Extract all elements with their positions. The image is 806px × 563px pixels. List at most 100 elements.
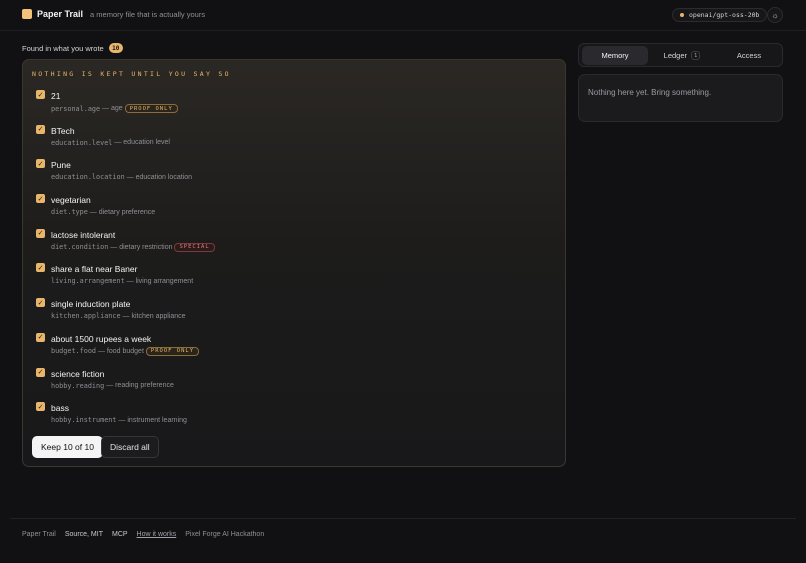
memory-item-meta: diet.condition — dietary restriction SPEC…	[51, 242, 215, 252]
memory-item-value: bass	[51, 403, 69, 414]
checkbox-checked-icon[interactable]: ✓	[36, 194, 45, 204]
checkbox-checked-icon[interactable]: ✓	[36, 332, 45, 342]
footer-brand: Paper Trail	[22, 531, 56, 538]
separator: —	[104, 382, 116, 389]
memory-item-description: instrument learning	[127, 416, 187, 424]
mcp-link[interactable]: MCP	[112, 531, 128, 538]
checkbox-checked-icon[interactable]: ✓	[36, 228, 45, 238]
separator: —	[124, 173, 136, 181]
memory-item-list: ✓ 21 personal.age — age PROOF ONLY ✓ BTech edu…	[36, 90, 556, 437]
memory-item-value: vegetarian	[51, 195, 91, 206]
tab-ledger[interactable]: Ledger 1	[649, 46, 715, 65]
app-tagline: a memory file that is actually yours	[90, 9, 206, 19]
checkbox-checked-icon[interactable]: ✓	[36, 367, 45, 377]
discard-all-button[interactable]: Discard all	[101, 436, 159, 458]
separator: —	[116, 416, 128, 424]
tab-label: Access	[736, 51, 762, 60]
memory-item-description: dietary restriction	[119, 243, 173, 251]
memory-item: ✓ Pune education.location — education loca…	[36, 159, 556, 194]
checkbox-checked-icon[interactable]: ✓	[36, 90, 45, 99]
panel-kicker: NOTHING IS KEPT UNTIL YOU SAY SO	[32, 70, 231, 78]
tab-memory[interactable]: Memory	[582, 46, 648, 65]
separator: —	[120, 312, 132, 320]
memory-item-key: personal.age	[51, 104, 101, 113]
memory-item-value: share a flat near Baner	[51, 264, 138, 275]
memory-item-meta: hobby.reading — reading preference	[51, 382, 174, 390]
memory-item: ✓ vegetarian diet.type — dietary preferenc…	[36, 194, 556, 229]
memory-item-value: about 1500 rupees a week	[51, 333, 152, 344]
memory-item: ✓ share a flat near Baner living.arrangeme…	[36, 263, 556, 298]
memory-item: ✓ single induction plate kitchen.appliance…	[36, 298, 556, 333]
theme-toggle-button[interactable]: ☼	[767, 7, 783, 23]
memory-item-value: 21	[51, 91, 61, 101]
side-tabs: Memory Ledger 1 Access	[578, 43, 783, 67]
memory-item-meta: living.arrangement — living arrangement	[51, 277, 193, 285]
memory-item-description: education level	[123, 139, 170, 147]
memory-item-value: lactose intolerant	[51, 229, 116, 240]
memory-item-meta: education.level — education level	[51, 139, 170, 147]
checkbox-checked-icon[interactable]: ✓	[36, 298, 45, 308]
tab-count-badge: 1	[691, 51, 701, 60]
brand[interactable]: Paper Trail a memory file that is actual…	[22, 9, 205, 19]
tab-access[interactable]: Access	[716, 46, 782, 65]
memory-item-description: living arrangement	[135, 277, 194, 285]
memory-item-value: Pune	[51, 160, 71, 171]
keep-button[interactable]: Keep 10 of 10	[32, 436, 103, 458]
found-count-badge: 10	[108, 43, 123, 53]
memory-item-key: hobby.instrument	[51, 416, 117, 425]
tab-label: Ledger	[663, 51, 688, 60]
memory-item-description: education location	[135, 173, 192, 181]
source-link[interactable]: Source, MIT	[65, 531, 103, 538]
separator: —	[112, 139, 124, 147]
found-label: Found in what you wrote	[22, 43, 104, 53]
separator: —	[96, 347, 107, 355]
checkbox-checked-icon[interactable]: ✓	[36, 124, 45, 134]
paper-logo-icon	[22, 9, 32, 19]
memory-item-meta: personal.age — age PROOF ONLY	[51, 104, 178, 113]
tab-label: Memory	[601, 51, 629, 60]
model-name: openai/gpt-oss-20b	[689, 11, 760, 19]
memory-item: ✓ 21 personal.age — age PROOF ONLY	[36, 90, 556, 125]
memory-item-meta: budget.food — food budget PROOF ONLY	[51, 346, 200, 356]
empty-state-text: Nothing here yet. Bring something.	[588, 88, 712, 97]
memory-item: ✓ bass hobby.instrument — instrument learn…	[36, 402, 556, 437]
memory-item-key: budget.food	[51, 347, 97, 356]
memory-item-value: BTech	[51, 125, 75, 136]
memory-empty-state: Nothing here yet. Bring something.	[578, 74, 783, 122]
checkbox-checked-icon[interactable]: ✓	[36, 263, 45, 273]
memory-item-meta: diet.type — dietary preference	[51, 208, 155, 216]
app-name: Paper Trail	[37, 9, 84, 19]
separator: —	[100, 105, 111, 112]
footer: Paper Trail Source, MIT MCP How it works…	[22, 531, 273, 538]
special-tag: SPECIAL	[174, 242, 215, 252]
separator: —	[87, 208, 99, 216]
footer-divider	[10, 518, 796, 519]
memory-item-key: diet.type	[51, 208, 88, 217]
memory-item-key: living.arrangement	[51, 277, 125, 286]
sun-icon: ☼	[771, 10, 779, 20]
memory-item-description: age	[111, 105, 123, 112]
memory-item-key: hobby.reading	[51, 381, 105, 390]
memory-item-description: food budget	[106, 347, 144, 355]
checkbox-checked-icon[interactable]: ✓	[36, 159, 45, 169]
proof-only-tag: PROOF ONLY	[124, 104, 178, 113]
memory-item: ✓ BTech education.level — education level	[36, 124, 556, 160]
top-bar: Paper Trail a memory file that is actual…	[0, 0, 806, 31]
memory-item-meta: education.location — education location	[51, 173, 192, 181]
separator: —	[124, 277, 136, 285]
model-selector[interactable]: openai/gpt-oss-20b	[672, 8, 768, 22]
status-dot-icon	[680, 13, 684, 17]
memory-item-key: education.level	[51, 138, 113, 147]
checkbox-checked-icon[interactable]: ✓	[36, 402, 45, 412]
memory-item-meta: kitchen.appliance — kitchen appliance	[51, 312, 186, 320]
memory-item-value: science fiction	[51, 368, 105, 379]
found-heading: Found in what you wrote 10	[22, 43, 123, 53]
memory-item-description: dietary preference	[98, 208, 156, 216]
memory-item-meta: hobby.instrument — instrument learning	[51, 416, 187, 424]
how-it-works-link[interactable]: How it works	[137, 531, 177, 538]
footer-credit: Pixel Forge AI Hackathon	[185, 531, 265, 538]
memory-item-value: single induction plate	[51, 299, 131, 310]
extraction-panel: NOTHING IS KEPT UNTIL YOU SAY SO ✓ 21 pers…	[22, 59, 566, 467]
memory-item-description: reading preference	[115, 382, 174, 389]
memory-item-key: kitchen.appliance	[51, 312, 121, 321]
